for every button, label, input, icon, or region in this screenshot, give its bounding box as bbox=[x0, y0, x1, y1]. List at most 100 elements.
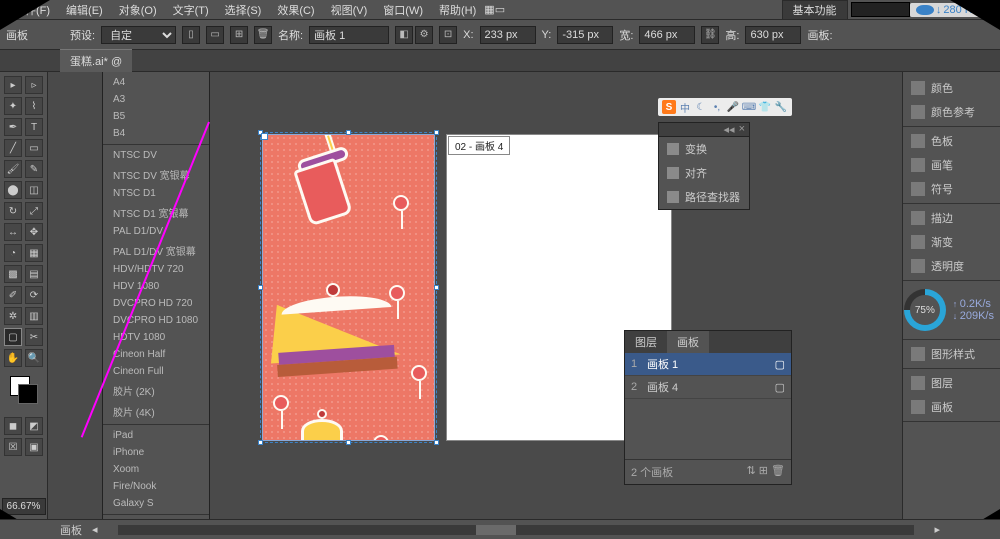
magic-wand-tool[interactable]: ✦ bbox=[4, 97, 22, 115]
preset-option[interactable]: NTSC D1 bbox=[103, 185, 209, 202]
preset-option[interactable]: Galaxy S bbox=[103, 495, 209, 512]
align-item[interactable]: 对齐 bbox=[659, 161, 749, 185]
type-tool[interactable]: T bbox=[25, 118, 43, 136]
dock-transparency[interactable]: 透明度 bbox=[903, 254, 1000, 278]
direct-selection-tool[interactable]: ▹ bbox=[25, 76, 43, 94]
w-input[interactable] bbox=[639, 26, 695, 44]
preset-option[interactable]: NTSC D1 宽银幕 bbox=[103, 202, 209, 223]
ime-keyboard-icon[interactable]: ⌨ bbox=[742, 100, 756, 114]
preset-option[interactable]: 胶片 (2K) bbox=[103, 380, 209, 401]
preset-option[interactable]: NTSC DV 宽银幕 bbox=[103, 164, 209, 185]
panel-close-icon[interactable]: × bbox=[739, 123, 745, 136]
line-tool[interactable]: ╱ bbox=[4, 139, 22, 157]
preset-option[interactable]: B4 bbox=[103, 125, 209, 142]
menu-window[interactable]: 窗口(W) bbox=[375, 0, 431, 20]
dock-artboards[interactable]: 画板 bbox=[903, 395, 1000, 419]
dock-layers[interactable]: 图层 bbox=[903, 371, 1000, 395]
artboards-tab[interactable]: 画板 bbox=[667, 331, 709, 353]
preset-option[interactable]: iPhone bbox=[103, 444, 209, 461]
free-transform-tool[interactable]: ✥ bbox=[25, 223, 43, 241]
ime-lang[interactable]: 中 bbox=[678, 100, 692, 114]
status-prev-icon[interactable]: ◂ bbox=[92, 523, 98, 536]
preset-option[interactable]: Fire/Nook bbox=[103, 478, 209, 495]
preset-dropdown[interactable]: TabloidA4A3B5B4NTSC DVNTSC DV 宽银幕NTSC D1… bbox=[102, 72, 210, 519]
none-mode-icon[interactable]: ☒ bbox=[4, 438, 22, 456]
layers-tab[interactable]: 图层 bbox=[625, 331, 667, 353]
menu-edit[interactable]: 编辑(E) bbox=[58, 0, 111, 20]
artboard-row-2[interactable]: 2画板 4▢ bbox=[625, 376, 791, 399]
preset-select[interactable]: 自定 bbox=[101, 26, 176, 44]
width-tool[interactable]: ↔ bbox=[4, 223, 22, 241]
lasso-tool[interactable]: ⌇ bbox=[25, 97, 43, 115]
name-input[interactable] bbox=[309, 26, 389, 44]
menu-type[interactable]: 文字(T) bbox=[165, 0, 217, 20]
preset-option[interactable]: Cineon Half bbox=[103, 346, 209, 363]
mesh-tool[interactable]: ▩ bbox=[4, 265, 22, 283]
search-box[interactable] bbox=[851, 2, 910, 17]
rectangle-tool[interactable]: ▭ bbox=[25, 139, 43, 157]
preset-option[interactable]: Cineon Full bbox=[103, 363, 209, 380]
gradient-mode-icon[interactable]: ◩ bbox=[25, 417, 43, 435]
color-mode-icon[interactable]: ◼ bbox=[4, 417, 22, 435]
orient-landscape-icon[interactable]: ▭ bbox=[206, 26, 224, 44]
preset-option[interactable]: 640 x 480 (VGA) bbox=[103, 517, 209, 519]
artboards-panel[interactable]: 图层 画板 1画板 1▢ 2画板 4▢ 2 个画板⇅ ⊞ 🗑 bbox=[624, 330, 792, 485]
preset-option[interactable]: PAL D1/DV 宽银幕 bbox=[103, 240, 209, 261]
dock-gradient[interactable]: 渐变 bbox=[903, 230, 1000, 254]
new-artboard-icon[interactable]: ⊞ bbox=[230, 26, 248, 44]
slice-tool[interactable]: ✂ bbox=[25, 328, 43, 346]
transform-panel[interactable]: ◂◂× 变换 对齐 路径查找器 bbox=[658, 122, 750, 210]
artboard-row-1[interactable]: 1画板 1▢ bbox=[625, 353, 791, 376]
preset-option[interactable]: A4 bbox=[103, 74, 209, 91]
scrollbar-thumb[interactable] bbox=[476, 525, 516, 535]
zoom-tool[interactable]: 🔍 bbox=[25, 349, 43, 367]
gradient-tool[interactable]: ▤ bbox=[25, 265, 43, 283]
dock-swatches[interactable]: 色板 bbox=[903, 129, 1000, 153]
preset-option[interactable]: NTSC DV bbox=[103, 147, 209, 164]
menu-view[interactable]: 视图(V) bbox=[323, 0, 376, 20]
dock-graphic-styles[interactable]: 图形样式 bbox=[903, 342, 1000, 366]
arrange-icon[interactable]: ▭ bbox=[495, 3, 505, 16]
perspective-tool[interactable]: ▦ bbox=[25, 244, 43, 262]
menu-select[interactable]: 选择(S) bbox=[217, 0, 270, 20]
preset-option[interactable]: B5 bbox=[103, 108, 209, 125]
options-icon[interactable]: ⚙ bbox=[415, 26, 433, 44]
hand-tool[interactable]: ✋ bbox=[4, 349, 22, 367]
graph-tool[interactable]: ▥ bbox=[25, 307, 43, 325]
scale-tool[interactable]: ⤢ bbox=[25, 202, 43, 220]
dock-stroke[interactable]: 描边 bbox=[903, 206, 1000, 230]
align-icon[interactable]: ◧ bbox=[395, 26, 413, 44]
h-input[interactable] bbox=[745, 26, 801, 44]
pathfinder-item[interactable]: 路径查找器 bbox=[659, 185, 749, 209]
preset-option[interactable]: HDV/HDTV 720 bbox=[103, 261, 209, 278]
scrollbar-horizontal[interactable] bbox=[118, 525, 915, 535]
blob-brush-tool[interactable]: ⬤ bbox=[4, 181, 22, 199]
canvas-area[interactable]: TabloidA4A3B5B4NTSC DVNTSC DV 宽银幕NTSC D1… bbox=[48, 72, 902, 519]
menu-effect[interactable]: 效果(C) bbox=[269, 0, 322, 20]
bridge-icon[interactable]: ▦ bbox=[484, 3, 494, 16]
ime-comma-icon[interactable]: •, bbox=[710, 100, 724, 114]
dock-symbols[interactable]: 符号 bbox=[903, 177, 1000, 201]
ime-toolbar[interactable]: S 中 ☾ •, 🎤 ⌨ 👕 🔧 bbox=[658, 98, 792, 116]
preset-option[interactable]: DVCPRO HD 1080 bbox=[103, 312, 209, 329]
screen-mode-icon[interactable]: ▣ bbox=[25, 438, 43, 456]
ime-skin-icon[interactable]: 👕 bbox=[758, 100, 772, 114]
preset-option[interactable]: HDTV 1080 bbox=[103, 329, 209, 346]
preset-option[interactable]: DVCPRO HD 720 bbox=[103, 295, 209, 312]
shape-builder-tool[interactable]: ◔ bbox=[4, 244, 22, 262]
delete-artboard-icon[interactable]: 🗑 bbox=[254, 26, 272, 44]
menu-help[interactable]: 帮助(H) bbox=[431, 0, 484, 20]
symbol-sprayer-tool[interactable]: ✲ bbox=[4, 307, 22, 325]
status-next-icon[interactable]: ▸ bbox=[934, 523, 940, 536]
link-wh-icon[interactable]: ⛓ bbox=[701, 26, 719, 44]
panel-minimize-icon[interactable]: ◂◂ bbox=[724, 123, 735, 136]
y-input[interactable] bbox=[557, 26, 613, 44]
paintbrush-tool[interactable]: 🖌 bbox=[4, 160, 22, 178]
selection-tool[interactable]: ▸ bbox=[4, 76, 22, 94]
preset-option[interactable]: 胶片 (4K) bbox=[103, 401, 209, 422]
blend-tool[interactable]: ⟳ bbox=[25, 286, 43, 304]
artboard-tool[interactable]: ▢ bbox=[4, 328, 22, 346]
rotate-tool[interactable]: ↻ bbox=[4, 202, 22, 220]
preset-option[interactable]: Xoom bbox=[103, 461, 209, 478]
fill-stroke-swatches[interactable] bbox=[10, 376, 38, 404]
